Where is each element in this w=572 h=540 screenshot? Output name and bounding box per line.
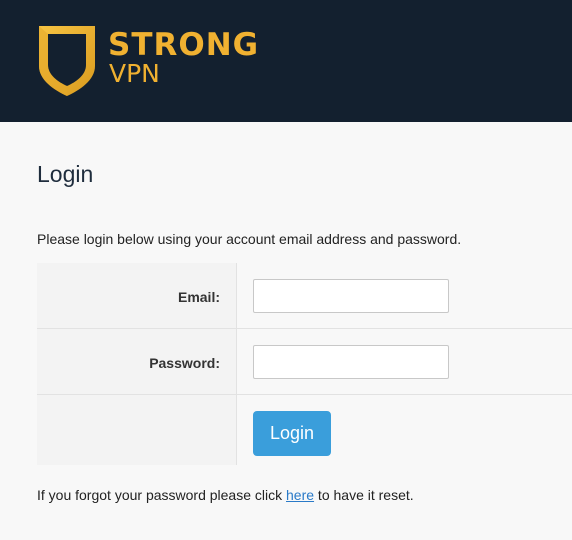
reset-password-link[interactable]: here	[286, 487, 314, 503]
logo-word-vpn: VPN	[109, 59, 160, 88]
submit-label-cell	[37, 395, 237, 465]
strongvpn-logo[interactable]: STRONG VPN	[36, 22, 296, 102]
password-label-cell: Password:	[37, 329, 237, 394]
email-row: Email:	[37, 263, 572, 329]
submit-cell: Login	[237, 395, 572, 465]
forgot-text-after: to have it reset.	[314, 487, 414, 503]
login-form: Email: Password: Login	[37, 263, 572, 465]
login-button[interactable]: Login	[253, 411, 331, 456]
forgot-text-before: If you forgot your password please click	[37, 487, 287, 503]
logo-word-strong: STRONG	[108, 27, 260, 63]
password-row: Password:	[37, 329, 572, 395]
email-label: Email:	[177, 289, 220, 305]
site-header: STRONG VPN	[0, 0, 572, 122]
password-field[interactable]	[253, 345, 449, 379]
shield-icon	[39, 26, 95, 96]
page-title: Login	[37, 161, 94, 187]
forgot-password-text: If you forgot your password please click…	[37, 487, 414, 503]
email-field-cell	[237, 263, 572, 328]
email-label-cell: Email:	[37, 263, 237, 328]
email-field[interactable]	[253, 279, 449, 313]
login-instructions: Please login below using your account em…	[37, 231, 462, 247]
password-label: Password:	[149, 355, 220, 371]
submit-row: Login	[37, 395, 572, 465]
password-field-cell	[237, 329, 572, 394]
